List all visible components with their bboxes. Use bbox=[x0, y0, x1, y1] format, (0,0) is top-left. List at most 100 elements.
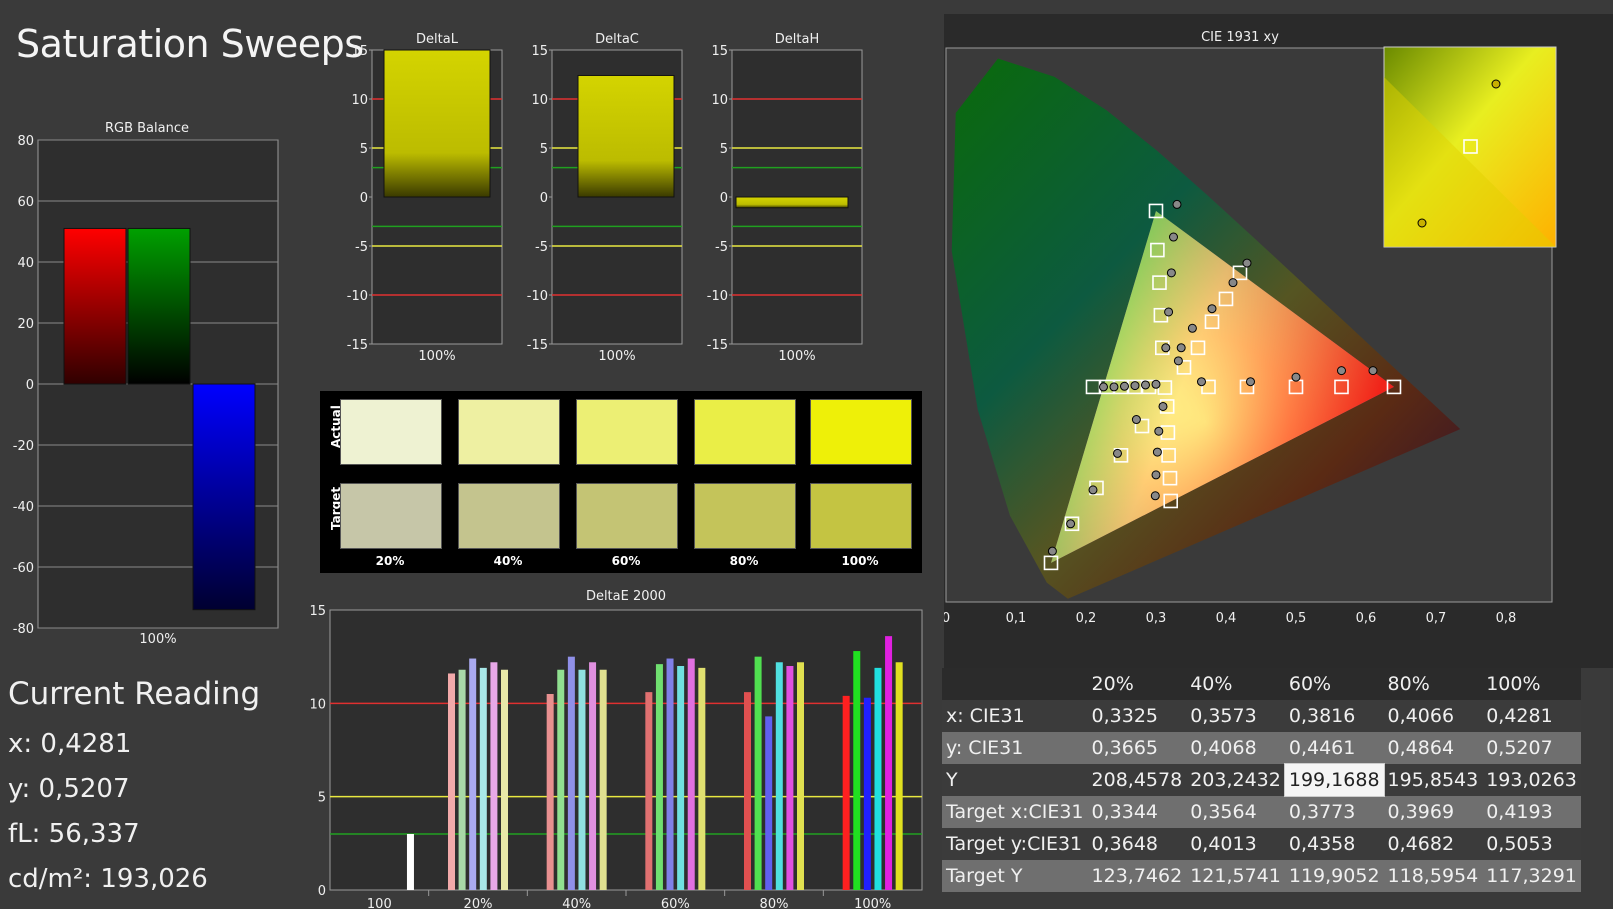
table-row-label: y: CIE31 bbox=[942, 732, 1088, 764]
delta-tick-label: 5 bbox=[540, 142, 548, 157]
deltae-bar bbox=[677, 666, 685, 890]
table-cell[interactable]: 0,4068 bbox=[1186, 732, 1285, 764]
deltae-tick-label: 5 bbox=[318, 791, 326, 806]
cie-measured-point bbox=[1088, 485, 1098, 495]
actual-swatch bbox=[576, 399, 678, 465]
table-cell[interactable]: 123,7462 bbox=[1087, 860, 1187, 892]
table-cell[interactable]: 195,8543 bbox=[1383, 764, 1483, 796]
table-row: x: CIE31 0,3325 0,3573 0,3816 0,4066 0,4281 bbox=[942, 700, 1581, 732]
reading-fl: fL: 56,337 bbox=[8, 819, 140, 849]
deltae-bar bbox=[874, 667, 882, 890]
cie-inset-measured bbox=[1417, 218, 1427, 228]
deltae-category-label: 40% bbox=[562, 897, 591, 909]
table-cell[interactable]: 0,4281 bbox=[1482, 700, 1581, 732]
swatch-percent-label: 100% bbox=[841, 554, 879, 568]
delta-tick-label: -5 bbox=[535, 240, 548, 255]
current-reading: Current Reading x: 0,4281 y: 0,5207 fL: … bbox=[8, 676, 308, 902]
deltae-bar bbox=[655, 664, 663, 890]
table-cell[interactable]: 0,3816 bbox=[1284, 700, 1384, 732]
table-cell[interactable]: 118,5954 bbox=[1383, 860, 1483, 892]
deltae-bar bbox=[744, 692, 751, 890]
table-cell[interactable]: 193,0263 bbox=[1482, 764, 1581, 796]
cie-measured-point bbox=[1130, 381, 1140, 391]
deltae-bar bbox=[797, 662, 804, 890]
table-cell[interactable]: 0,5053 bbox=[1482, 828, 1581, 860]
cie-measured-point bbox=[1066, 519, 1076, 529]
table-cell[interactable]: 0,4013 bbox=[1186, 828, 1285, 860]
cie-title: CIE 1931 xy bbox=[1201, 30, 1279, 45]
deltae-title: DeltaE 2000 bbox=[586, 589, 666, 604]
table-cell[interactable]: 199,1688 bbox=[1283, 763, 1385, 797]
table-header-cell bbox=[942, 668, 1088, 700]
cie-measured-point bbox=[1368, 366, 1378, 376]
table-cell[interactable]: 208,4578 bbox=[1087, 764, 1187, 796]
table-header-cell: 40% bbox=[1186, 668, 1285, 700]
delta-bar bbox=[735, 196, 849, 209]
delta-tick-label: 0 bbox=[720, 191, 728, 206]
table-cell[interactable]: 0,3573 bbox=[1186, 700, 1285, 732]
table-cell[interactable]: 0,3344 bbox=[1087, 796, 1187, 828]
delta-chart-title: DeltaH bbox=[775, 32, 819, 47]
table-cell[interactable]: 0,4864 bbox=[1383, 732, 1483, 764]
deltae-bar bbox=[501, 669, 508, 890]
cie-measured-point bbox=[1112, 448, 1122, 458]
rgb-balance-chart: RGB Balance 80 60 40 20 0 -20 -40 -60 -80 100% bbox=[13, 121, 279, 647]
delta-tick-label: -15 bbox=[347, 338, 368, 353]
swatch-percent-label: 40% bbox=[493, 554, 523, 568]
table-cell[interactable]: 0,4682 bbox=[1383, 828, 1483, 860]
table-cell[interactable]: 0,3969 bbox=[1383, 796, 1483, 828]
deltae-bar bbox=[557, 669, 565, 890]
deltae-plot-area bbox=[329, 609, 923, 891]
table-cell[interactable]: 0,3665 bbox=[1087, 732, 1187, 764]
rgb-tick-label: 40 bbox=[17, 256, 34, 271]
table-cell[interactable]: 0,4461 bbox=[1284, 732, 1384, 764]
reading-x: x: 0,4281 bbox=[8, 729, 132, 759]
rgb-tick-label: -60 bbox=[13, 561, 34, 576]
page-title: Saturation Sweeps bbox=[16, 22, 364, 66]
deltae-bar bbox=[567, 656, 575, 890]
table-cell[interactable]: 121,5741 bbox=[1186, 860, 1285, 892]
delta-tick-label: 10 bbox=[711, 93, 728, 108]
deltae-bar bbox=[458, 669, 466, 890]
table-header-cell: 100% bbox=[1482, 668, 1581, 700]
delta-category-label: 100% bbox=[418, 349, 455, 364]
table-cell[interactable]: 0,4066 bbox=[1383, 700, 1483, 732]
deltae-bar bbox=[765, 716, 773, 890]
cie-inset-measured bbox=[1491, 79, 1501, 89]
delta-tick-label: 5 bbox=[360, 142, 368, 157]
deltae-bar bbox=[863, 697, 871, 890]
cie-x-tick-label: 0,5 bbox=[1286, 611, 1307, 626]
delta-category-label: 100% bbox=[598, 349, 635, 364]
swatch-percent-label: 20% bbox=[375, 554, 405, 568]
cie-measured-point bbox=[1187, 323, 1197, 333]
target-swatch bbox=[340, 483, 442, 549]
table-row-label: Target x:CIE31 bbox=[942, 796, 1088, 828]
table-cell[interactable]: 0,3325 bbox=[1087, 700, 1187, 732]
cie-measured-point bbox=[1140, 380, 1150, 390]
delta-tick-label: 10 bbox=[531, 93, 548, 108]
cie-x-tick-label: 0,7 bbox=[1426, 611, 1447, 626]
table-row: Target y:CIE31 0,3648 0,4013 0,4358 0,4682 0,… bbox=[942, 828, 1581, 860]
delta-tick-label: -10 bbox=[347, 289, 368, 304]
deltae-category-label: 20% bbox=[464, 897, 493, 909]
table-cell[interactable]: 0,3564 bbox=[1186, 796, 1285, 828]
cie-x-tick-label: 0,8 bbox=[1496, 611, 1517, 626]
cie-measured-point bbox=[1150, 491, 1160, 501]
cie-measured-point bbox=[1131, 415, 1141, 425]
deltae-bar bbox=[754, 656, 762, 890]
table-cell[interactable]: 0,3773 bbox=[1284, 796, 1384, 828]
table-cell[interactable]: 0,3648 bbox=[1087, 828, 1187, 860]
cie-measured-point bbox=[1109, 382, 1119, 392]
rgb-bar bbox=[127, 227, 191, 385]
table-cell[interactable]: 0,4358 bbox=[1284, 828, 1384, 860]
table-cell[interactable]: 117,3291 bbox=[1482, 860, 1581, 892]
table-cell[interactable]: 203,2432 bbox=[1186, 764, 1285, 796]
cie-measured-point bbox=[1154, 426, 1164, 436]
delta-tick-label: 15 bbox=[531, 44, 548, 59]
cie-measured-point bbox=[1047, 546, 1057, 556]
measurement-table: 20% 40% 60% 80% 100% x: CIE31 0,3325 0,3573 0,38… bbox=[942, 668, 1581, 892]
delta-tick-label: 5 bbox=[720, 142, 728, 157]
table-cell[interactable]: 119,9052 bbox=[1284, 860, 1384, 892]
table-cell[interactable]: 0,4193 bbox=[1482, 796, 1581, 828]
table-cell[interactable]: 0,5207 bbox=[1482, 732, 1581, 764]
